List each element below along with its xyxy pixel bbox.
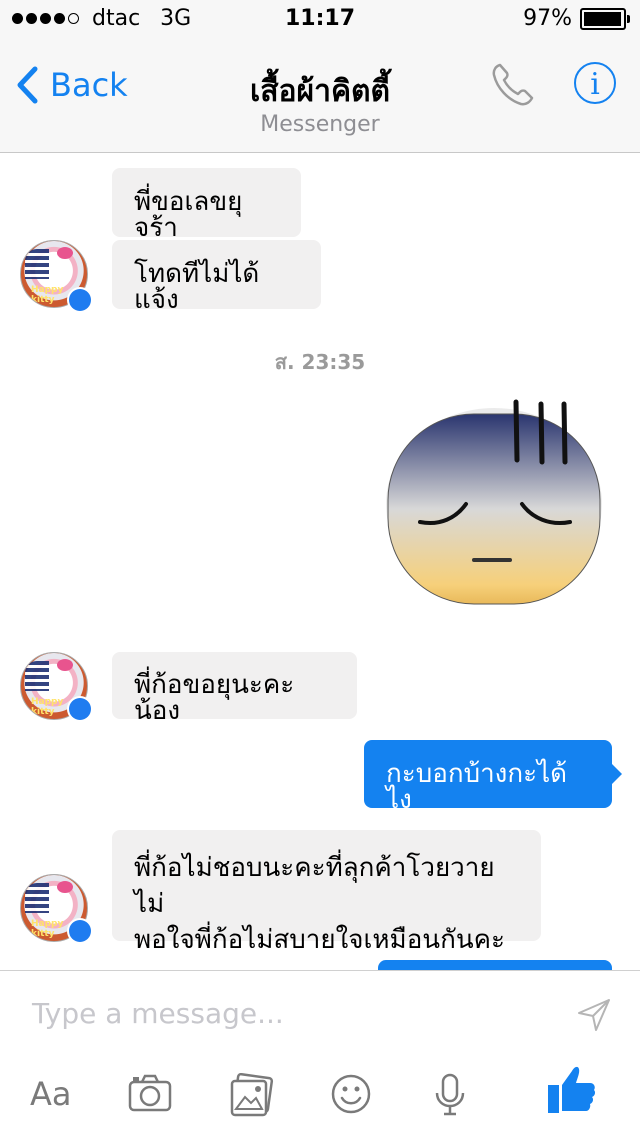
messenger-badge-icon [67,696,93,722]
composer: Type a message... Aa [0,970,640,1137]
outgoing-message: กะบอกบ้างกะได้ไง [364,740,612,813]
conversation-title: เสื้อผ้าคิตตี้ [249,74,391,109]
status-right: 97% [523,6,630,31]
send-icon[interactable] [576,997,612,1033]
info-button[interactable]: i [574,62,616,104]
battery-percent: 97% [523,6,572,31]
navigation-bar: Back เสื้อผ้าคิตตี้ Messenger i [0,40,640,153]
message-text: พี่ก้อขอยุนะคะน้อง [134,670,295,726]
message-text: พี่ขอเลขยุจร้า [134,187,243,243]
phone-call-icon[interactable] [488,60,538,110]
battery-icon [580,7,630,30]
photo-icon[interactable] [228,1073,274,1117]
message-text: โทดทีไม่ได้แจ้ง [134,259,260,315]
incoming-message: พี่ก้อขอยุนะคะน้อง [112,652,357,724]
status-bar: dtac 3G 11:17 97% [0,0,640,40]
message-text-line: พี่ก้อไม่ชอบนะคะที่ลุกค้าโวยวายไม่ [134,853,495,919]
bubble-tail [612,764,622,784]
incoming-message: พี่ขอเลขยุจร้า [112,168,301,241]
conversation-subtitle: Messenger [260,112,380,137]
incoming-message: โทดทีไม่ได้แจ้ง [112,240,321,313]
messenger-badge-icon [67,918,93,944]
message-text-line: พอใจพี่ก้อไม่สบายใจเหมือนกันคะ [134,925,505,955]
message-text: กะบอกบ้างกะได้ไง [386,759,568,815]
camera-icon[interactable] [128,1073,172,1113]
microphone-icon[interactable] [434,1073,466,1117]
incoming-message: พี่ก้อไม่ชอบนะคะที่ลุกค้าโวยวายไม่ พอใจพ… [112,830,541,955]
timestamp: ส. 23:35 [274,350,366,374]
sad-face-sticker[interactable] [384,396,616,608]
thumbs-up-icon[interactable] [546,1063,598,1115]
text-format-button[interactable]: Aa [30,1075,72,1113]
emoji-icon[interactable] [330,1073,372,1115]
messenger-badge-icon [67,287,93,313]
message-input[interactable]: Type a message... [32,997,284,1030]
